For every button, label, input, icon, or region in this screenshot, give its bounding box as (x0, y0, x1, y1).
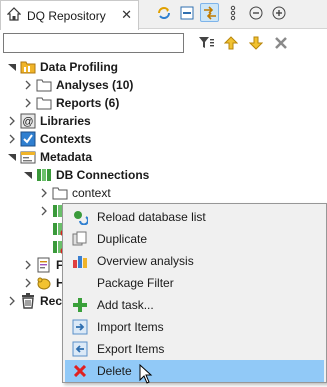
menu-item-package-filter[interactable]: Package Filter (65, 272, 324, 294)
libraries-icon: @ (20, 113, 36, 129)
tab-dq-repository[interactable]: DQ Repository ✕ (0, 0, 139, 30)
view-toolbar (154, 3, 288, 22)
chevron-right-icon[interactable] (38, 203, 50, 219)
menu-item-overview-analysis[interactable]: Overview analysis (65, 250, 324, 272)
chevron-right-icon[interactable] (22, 77, 34, 93)
reload-icon (65, 209, 95, 225)
filter-icon[interactable] (196, 33, 215, 52)
menu-item-add-task[interactable]: Add task... (65, 294, 324, 316)
repository-icon (6, 7, 22, 24)
tree-item-label: Reports (6) (56, 96, 120, 110)
chevron-right-icon[interactable] (22, 257, 34, 273)
arrow-up-icon[interactable] (221, 33, 240, 52)
mouse-pointer-icon (139, 363, 153, 387)
chevron-down-icon[interactable] (6, 149, 18, 165)
tree-item-contexts[interactable]: Contexts (6, 130, 91, 148)
menu-item-label: Package Filter (97, 276, 174, 290)
tree-item-reports[interactable]: Reports (6) (22, 94, 119, 112)
maximize-icon[interactable] (269, 3, 288, 22)
tree-item-label: Metadata (40, 150, 93, 164)
tree-item-db-connections[interactable]: DB Connections (22, 166, 149, 184)
export-icon (65, 341, 95, 357)
menu-item-delete[interactable]: Delete (65, 360, 324, 382)
context-menu: Reload database list Duplicate Overview … (62, 203, 327, 383)
menu-item-reload-database-list[interactable]: Reload database list (65, 206, 324, 228)
delete-icon (65, 365, 95, 377)
collapse-all-icon[interactable] (177, 3, 196, 22)
menu-item-label: Add task... (97, 298, 154, 312)
menu-item-label: Duplicate (97, 232, 148, 246)
menu-item-duplicate[interactable]: Duplicate (65, 228, 324, 250)
chevron-down-icon[interactable] (6, 59, 18, 75)
chevron-down-icon[interactable] (22, 167, 34, 183)
tree-item-label: context (72, 186, 111, 200)
view-tab-bar: DQ Repository ✕ (0, 0, 327, 30)
chevron-right-icon[interactable] (22, 275, 34, 291)
hadoop-icon (36, 275, 52, 291)
menu-item-label: Overview analysis (97, 254, 194, 268)
menu-item-export-items[interactable]: Export Items (65, 338, 324, 360)
chevron-right-icon[interactable] (6, 113, 18, 129)
arrow-down-icon[interactable] (246, 33, 265, 52)
tree-item-label: Contexts (40, 132, 92, 146)
overview-analysis-icon (65, 253, 95, 269)
folder-icon (36, 95, 52, 111)
tree-item-hadoop[interactable]: H (22, 274, 65, 292)
refresh-icon[interactable] (154, 3, 173, 22)
view-menu-icon[interactable] (223, 3, 242, 22)
menu-item-label: Reload database list (97, 210, 206, 224)
menu-item-label: Import Items (97, 320, 164, 334)
tree-item-context-folder[interactable]: context (38, 184, 111, 202)
minimize-icon[interactable] (246, 3, 265, 22)
tree-item-data-profiling[interactable]: Data Profiling (6, 58, 118, 76)
file-icon (36, 257, 52, 273)
menu-item-label: Export Items (97, 342, 165, 356)
add-task-icon (65, 298, 95, 312)
close-icon[interactable]: ✕ (121, 7, 132, 23)
duplicate-icon (65, 231, 95, 247)
filter-tools (196, 33, 290, 52)
search-input[interactable] (3, 33, 184, 53)
chevron-right-icon[interactable] (6, 293, 18, 309)
metadata-icon (20, 149, 36, 165)
tree-item-metadata[interactable]: Metadata (6, 148, 92, 166)
menu-item-import-items[interactable]: Import Items (65, 316, 324, 338)
contexts-icon (20, 131, 36, 147)
recycle-bin-icon (20, 293, 36, 309)
tree-item-label: DB Connections (56, 168, 150, 182)
tree-item-libraries[interactable]: @ Libraries (6, 112, 91, 130)
tree-item-label: Analyses (10) (56, 78, 134, 92)
data-profiling-icon (20, 59, 36, 75)
tree-item-label: Data Profiling (40, 60, 119, 74)
link-with-editor-icon[interactable] (200, 3, 219, 22)
tree-item-file-delimited[interactable]: F (22, 256, 63, 274)
chevron-right-icon[interactable] (6, 131, 18, 147)
db-connection-icon (36, 167, 52, 183)
svg-text:@: @ (22, 116, 33, 128)
folder-icon (52, 185, 68, 201)
folder-icon (36, 77, 52, 93)
import-icon (65, 319, 95, 335)
tree-item-analyses[interactable]: Analyses (10) (22, 76, 133, 94)
tab-title: DQ Repository (27, 8, 106, 23)
chevron-right-icon[interactable] (38, 185, 50, 201)
clear-icon[interactable] (271, 33, 290, 52)
tree-item-recycle-bin[interactable]: Recy (6, 292, 69, 310)
menu-item-label: Delete (97, 364, 132, 378)
chevron-right-icon[interactable] (22, 95, 34, 111)
tree-item-label: Libraries (40, 114, 91, 128)
